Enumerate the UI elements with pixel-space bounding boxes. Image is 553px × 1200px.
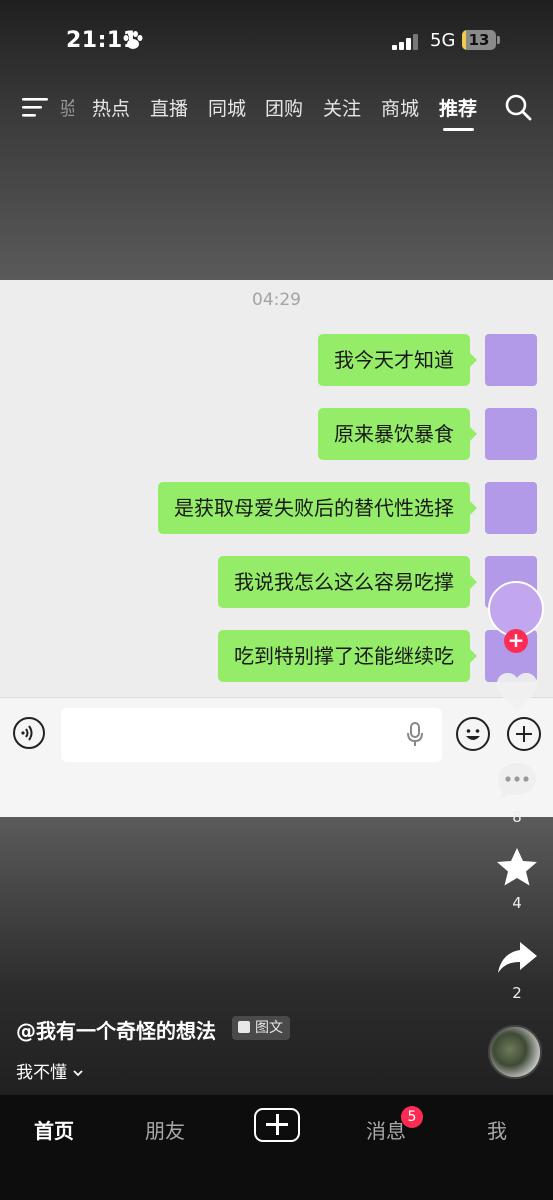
music-disc[interactable]	[488, 1025, 542, 1079]
like-button[interactable]	[493, 672, 541, 718]
create-post-button[interactable]	[254, 1108, 300, 1142]
favorite-button[interactable]: 4	[493, 846, 541, 912]
battery-tip	[497, 36, 500, 44]
bottom-tab-bar: 首页 朋友 消息 5 我	[0, 1095, 553, 1200]
star-icon	[497, 848, 537, 886]
tab-hot[interactable]: 热点	[92, 94, 130, 121]
tab-me[interactable]: 我	[487, 1115, 507, 1144]
follow-button[interactable]: +	[504, 629, 528, 653]
description-text: 我不懂	[16, 1063, 67, 1083]
comment-button[interactable]: 8	[493, 760, 541, 826]
tab-group-buy[interactable]: 团购	[265, 94, 303, 121]
share-count: 2	[512, 984, 522, 1002]
tab-friends[interactable]: 朋友	[145, 1115, 185, 1144]
post-description[interactable]: 我不懂	[16, 1058, 84, 1083]
chat-message: 吃到特别撑了还能继续吃	[218, 630, 477, 682]
battery-icon: 13	[462, 30, 496, 50]
microphone-icon	[407, 722, 423, 746]
tab-local[interactable]: 同城	[208, 94, 246, 121]
tab-recommend[interactable]: 推荐	[439, 94, 477, 121]
chat-avatar	[485, 334, 537, 386]
cellular-signal-icon	[392, 34, 418, 50]
chat-message: 我说我怎么这么容易吃撑	[218, 556, 477, 608]
tab-home[interactable]: 首页	[34, 1115, 74, 1144]
tab-live[interactable]: 直播	[150, 94, 188, 121]
heart-icon	[497, 673, 537, 710]
favorite-count: 4	[512, 894, 522, 912]
paw-icon	[123, 31, 143, 49]
share-button[interactable]: 2	[493, 938, 541, 1002]
post-type-tag: 图文	[232, 1016, 290, 1040]
share-arrow-icon	[498, 942, 537, 973]
tab-messages[interactable]: 消息	[366, 1115, 406, 1144]
status-bar: 21:11 5G 13	[0, 0, 553, 80]
chat-avatar	[485, 482, 537, 534]
tab-following[interactable]: 关注	[323, 94, 361, 121]
chat-message: 原来暴饮暴食	[318, 408, 477, 460]
chat-text-field	[61, 708, 442, 762]
active-tab-indicator	[443, 128, 474, 131]
network-type: 5G	[430, 30, 456, 51]
chat-screenshot: 04:29 我今天才知道 原来暴饮暴食 是获取母爱失败后的替代性选择 我说我怎么…	[0, 280, 553, 697]
comment-icon	[498, 763, 536, 799]
menu-icon[interactable]	[22, 96, 48, 118]
image-post-icon	[238, 1021, 250, 1033]
tab-mall[interactable]: 商城	[381, 94, 419, 121]
search-icon[interactable]	[504, 93, 532, 121]
author-name[interactable]: @我有一个奇怪的想法	[16, 1015, 216, 1044]
chat-avatar	[485, 408, 537, 460]
tab-partial[interactable]: 验	[60, 94, 74, 121]
chat-message: 是获取母爱失败后的替代性选择	[158, 482, 477, 534]
messages-badge: 5	[401, 1106, 423, 1128]
add-more-icon	[507, 717, 541, 751]
comment-count: 8	[512, 808, 522, 826]
chat-input-bar	[0, 697, 553, 817]
post-type-label: 图文	[255, 1020, 283, 1036]
voice-icon	[13, 717, 45, 749]
battery-percent: 13	[468, 31, 490, 49]
emoji-icon	[456, 717, 490, 751]
chat-timestamp: 04:29	[252, 290, 301, 310]
chat-message: 我今天才知道	[318, 334, 477, 386]
chevron-down-icon	[73, 1070, 84, 1077]
